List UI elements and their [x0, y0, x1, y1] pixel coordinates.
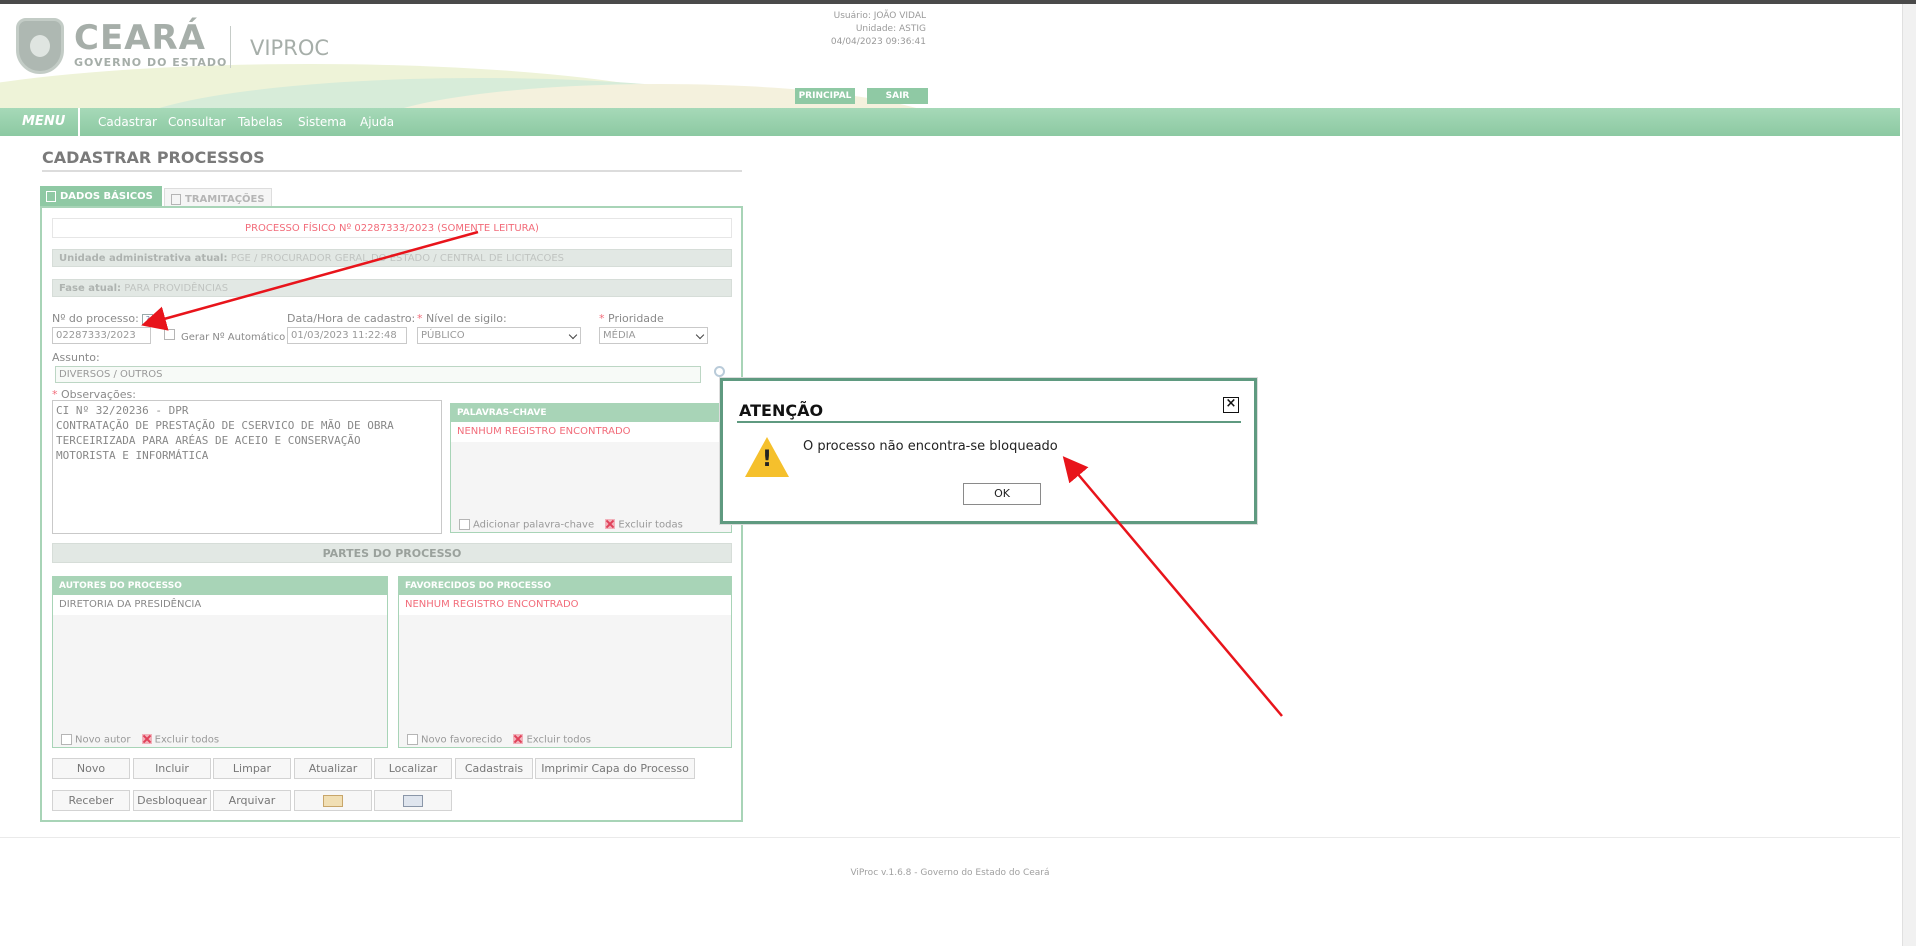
annotation-arrow [141, 230, 479, 331]
annotation-arrow [1062, 456, 1283, 717]
annotation-arrows [141, 230, 1283, 717]
